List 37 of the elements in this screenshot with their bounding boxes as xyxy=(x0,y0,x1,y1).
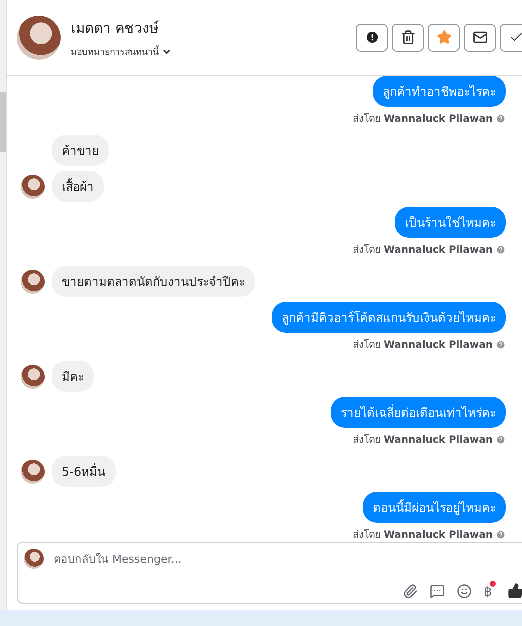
attach-button[interactable] xyxy=(403,584,418,598)
sender-label: ส่งโดย Wannaluck Pilawan xyxy=(352,433,493,447)
star-button[interactable] xyxy=(428,24,460,52)
received-message: ขายตามตลาดนัดกับงานประจำปีคะ xyxy=(52,266,255,297)
help-icon[interactable] xyxy=(496,434,506,444)
help-icon[interactable] xyxy=(496,340,506,350)
page-avatar xyxy=(24,549,44,569)
sender-label: ส่งโดย Wannaluck Pilawan xyxy=(352,112,493,126)
alert-icon xyxy=(364,30,380,45)
sent-message: ลูกค้าทำอาชีพอะไรคะ xyxy=(373,76,506,107)
sender-label: ส่งโดย Wannaluck Pilawan xyxy=(352,243,493,257)
received-message: ค้าขาย xyxy=(52,135,109,166)
chat-button[interactable] xyxy=(430,584,445,598)
contact-name: เมดตา คชวงษ์ xyxy=(71,20,160,38)
assign-dropdown[interactable]: มอบหมายการสนทนานี้ xyxy=(71,44,346,58)
emoji-button[interactable] xyxy=(457,584,472,598)
like-button[interactable] xyxy=(508,583,522,599)
sent-message: รายได้เฉลี่ยต่อเดือนเท่าไหร่คะ xyxy=(331,397,506,428)
sender-label: ส่งโดย Wannaluck Pilawan xyxy=(352,528,493,542)
mail-icon xyxy=(472,30,488,45)
trash-icon xyxy=(400,30,416,45)
help-icon[interactable] xyxy=(496,244,506,254)
sent-message: เป็นร้านใช่ไหมคะ xyxy=(395,207,506,238)
avatar-photo xyxy=(17,16,61,60)
sent-message: ตอนนี้มีผ่อนไรอยู่ไหมคะ xyxy=(363,492,506,523)
received-message: 5-6หมื่น xyxy=(52,456,116,487)
help-icon[interactable] xyxy=(496,530,506,540)
trash-button[interactable] xyxy=(392,24,424,52)
help-icon[interactable] xyxy=(496,114,506,124)
sent-message: ลูกค้ามีคิวอาร์โค้ดสแกนรับเงินด้วยไหมคะ xyxy=(272,302,506,333)
payment-button[interactable]: ฿ xyxy=(484,584,492,598)
alert-button[interactable] xyxy=(356,24,388,52)
received-message: เสื้อผ้า xyxy=(52,171,104,202)
mail-button[interactable] xyxy=(464,24,496,52)
sender-label: ส่งโดย Wannaluck Pilawan xyxy=(352,338,493,352)
star-icon xyxy=(436,30,452,45)
received-message: มีคะ xyxy=(52,361,94,392)
